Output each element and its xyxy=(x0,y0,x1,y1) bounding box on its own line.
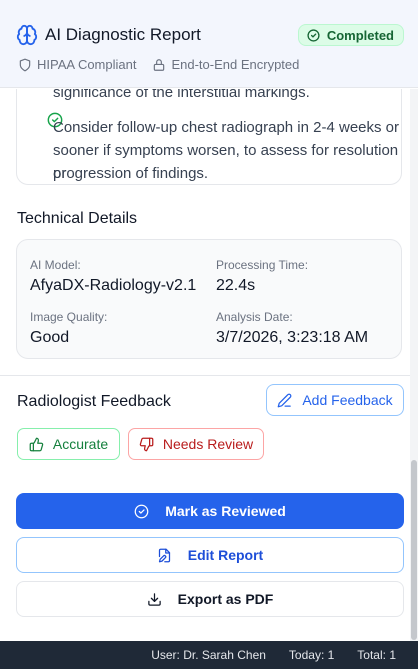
status-user: User: Dr. Sarah Chen xyxy=(151,648,266,662)
radiologist-feedback-heading: Radiologist Feedback xyxy=(17,393,171,410)
ai-model-label: AI Model: xyxy=(30,258,81,272)
mark-reviewed-button[interactable]: Mark as Reviewed xyxy=(16,493,404,529)
status-bar: User: Dr. Sarah Chen Today: 1 Total: 1 xyxy=(0,641,418,669)
lock-icon xyxy=(154,58,165,71)
technical-details-heading: Technical Details xyxy=(17,210,138,227)
recommendation-line-1: Consider follow-up chest radiograph in 2… xyxy=(53,119,400,136)
status-total-count: Total: 1 xyxy=(357,648,396,662)
check-circle-icon xyxy=(307,28,320,42)
accurate-label: Accurate xyxy=(52,436,109,452)
section-divider xyxy=(0,375,410,376)
status-badge: Completed xyxy=(297,24,404,46)
technical-details-card: AI Model: AfyaDX-Radiology-v2.1 Processi… xyxy=(16,239,402,359)
export-pdf-label: Export as PDF xyxy=(177,591,274,607)
add-feedback-label: Add Feedback xyxy=(302,392,393,408)
page-title: AI Diagnostic Report xyxy=(45,25,201,44)
check-circle-icon xyxy=(134,504,149,518)
status-badge-label: Completed xyxy=(326,27,394,43)
file-edit-icon xyxy=(158,548,170,562)
hipaa-label: HIPAA Compliant xyxy=(37,57,137,72)
download-icon xyxy=(147,592,161,606)
processing-time-value: 22.4s xyxy=(216,277,256,294)
needs-review-button[interactable]: Needs Review xyxy=(128,428,264,460)
image-quality-value: Good xyxy=(30,329,70,346)
accurate-button[interactable]: Accurate xyxy=(17,428,120,460)
analysis-date-label: Analysis Date: xyxy=(216,310,293,324)
needs-review-label: Needs Review xyxy=(162,436,254,452)
brain-icon xyxy=(16,24,38,46)
hipaa-meta: HIPAA Compliant xyxy=(18,57,136,72)
thumbs-up-icon xyxy=(29,437,44,451)
recommendation-text-partial: significance of the interstitial marking… xyxy=(53,89,310,101)
add-feedback-button[interactable]: Add Feedback xyxy=(266,384,404,416)
processing-time-label: Processing Time: xyxy=(216,258,309,272)
pen-icon xyxy=(277,393,292,407)
export-pdf-button[interactable]: Export as PDF xyxy=(16,581,404,617)
title-row: AI Diagnostic Report Completed xyxy=(16,24,404,46)
scrollbar-thumb[interactable] xyxy=(411,460,417,640)
shield-icon xyxy=(19,58,31,71)
edit-report-button[interactable]: Edit Report xyxy=(16,537,404,573)
mark-reviewed-label: Mark as Reviewed xyxy=(165,503,286,519)
edit-report-label: Edit Report xyxy=(187,547,264,563)
thumbs-down-icon xyxy=(139,437,154,451)
analysis-date-value: 3/7/2026, 3:23:18 AM xyxy=(216,329,369,346)
compliance-meta: HIPAA Compliant End-to-End Encrypted xyxy=(18,57,299,72)
encrypted-meta: End-to-End Encrypted xyxy=(152,57,299,72)
image-quality-label: Image Quality: xyxy=(30,310,108,324)
report-content[interactable]: significance of the interstitial marking… xyxy=(0,89,410,641)
ai-model-value: AfyaDX-Radiology-v2.1 xyxy=(30,277,197,294)
report-header: AI Diagnostic Report Completed HIPAA Com… xyxy=(0,0,418,88)
recommendation-line-3: progression of findings. xyxy=(53,165,209,182)
status-today-count: Today: 1 xyxy=(288,648,335,662)
encrypted-label: End-to-End Encrypted xyxy=(171,57,300,72)
